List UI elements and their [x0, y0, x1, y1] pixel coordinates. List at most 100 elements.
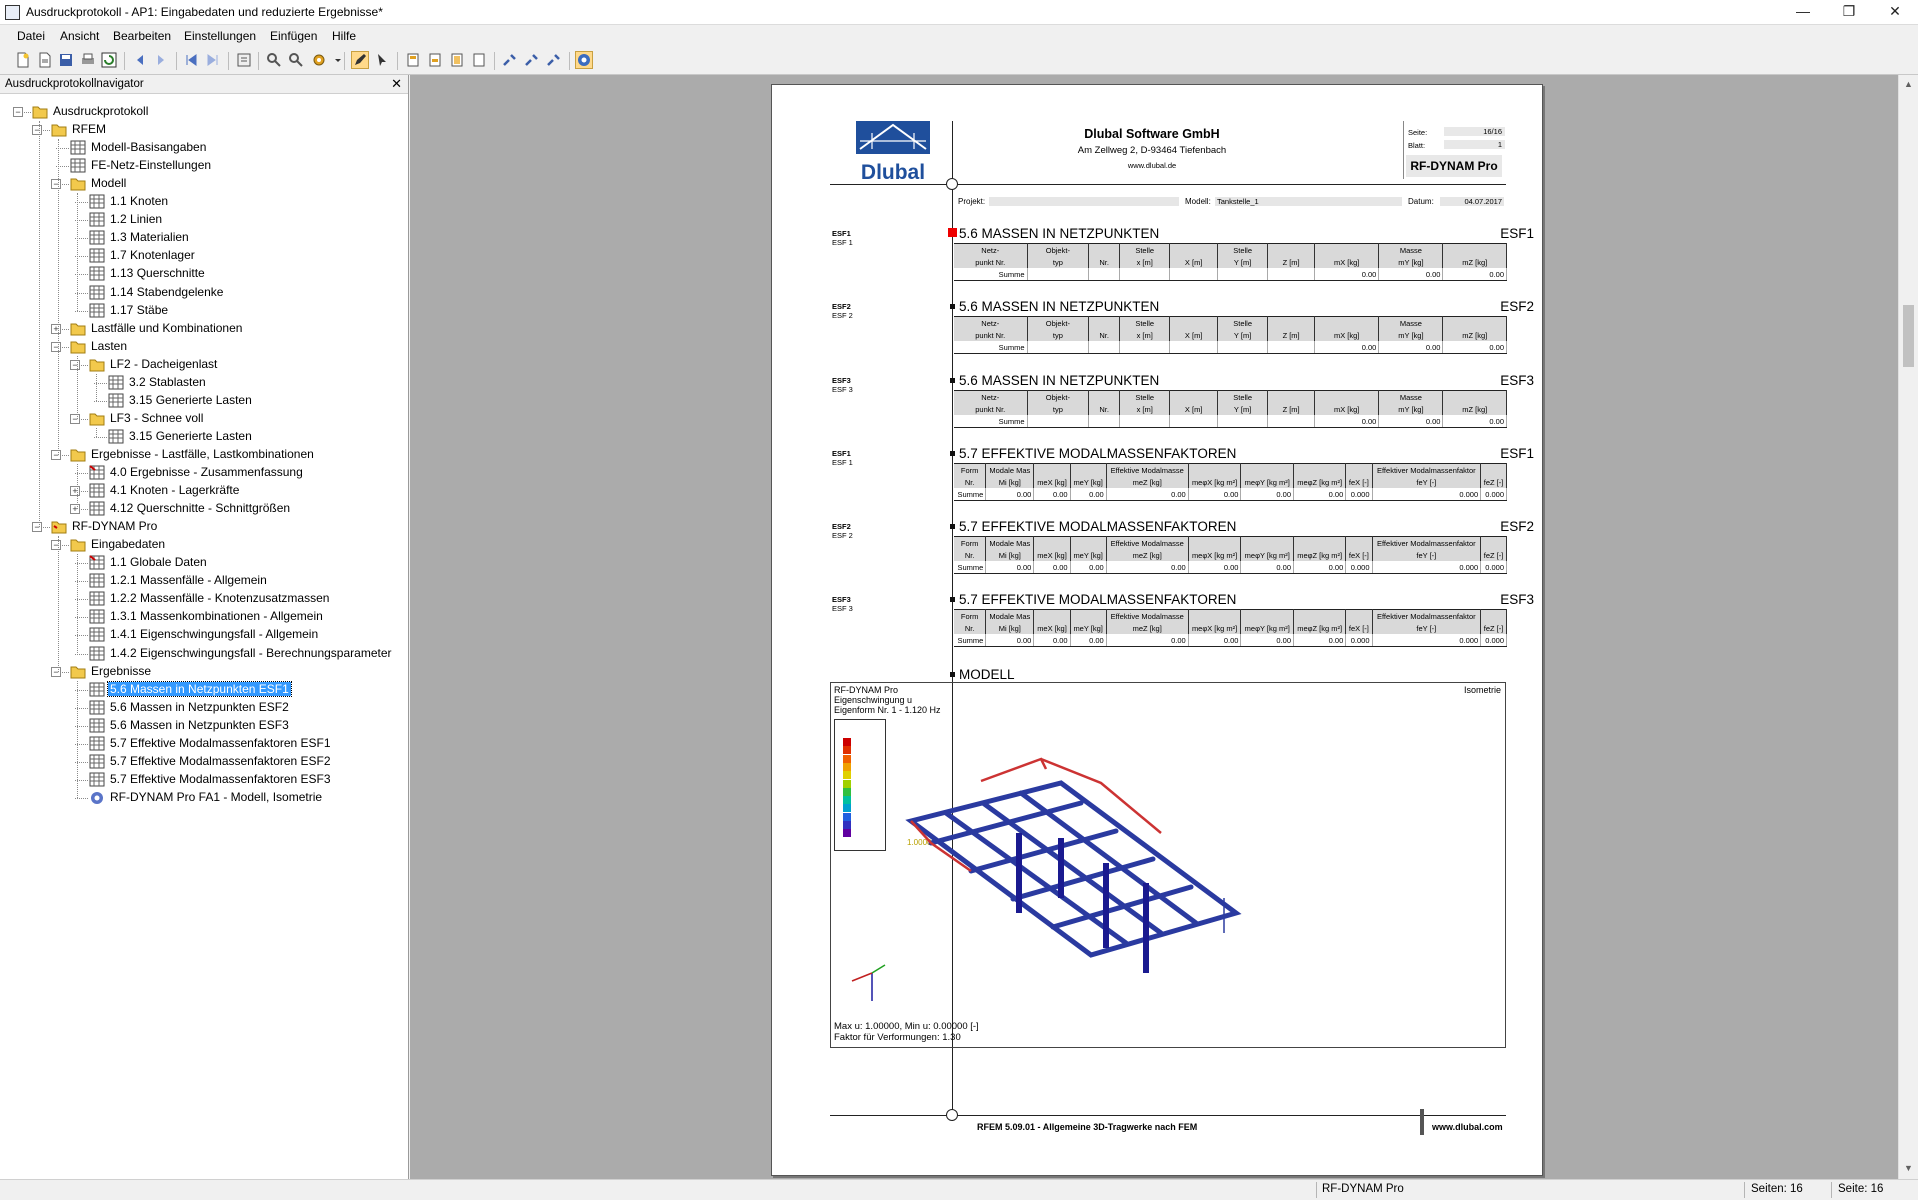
chevron-down-icon[interactable]	[330, 52, 341, 68]
sum-cell: 0.000	[1345, 561, 1373, 574]
header-cell: meφZ [kg m²]	[1293, 476, 1347, 488]
header-cell: feY [-]	[1372, 622, 1482, 634]
projekt-label: Projekt:	[958, 197, 986, 206]
header-cell: Z [m]	[1267, 256, 1315, 268]
header-cell: mY [kg]	[1378, 403, 1444, 415]
collapse-icon[interactable]: −	[70, 413, 80, 424]
minimize-button[interactable]: —	[1780, 0, 1826, 24]
insert-image-icon[interactable]	[449, 52, 465, 68]
header-cell: Netz-	[954, 243, 1028, 256]
projekt-value	[989, 197, 1179, 206]
modell-title: MODELL	[959, 667, 1015, 682]
window-title: Ausdruckprotokoll - AP1: Eingabedaten un…	[26, 5, 383, 19]
link-edit-icon[interactable]	[524, 52, 540, 68]
menu-hilfe[interactable]: Hilfe	[332, 29, 356, 43]
refresh-icon[interactable]	[101, 52, 117, 68]
expand-icon[interactable]: +	[70, 486, 80, 497]
find-next-icon[interactable]	[288, 52, 304, 68]
sum-cell: 0.00	[1240, 488, 1295, 501]
header-cell: Nr.	[954, 549, 987, 561]
header-cell: Modale Mas	[985, 536, 1035, 549]
header-cell	[1480, 536, 1507, 549]
collapse-icon[interactable]: −	[51, 179, 61, 190]
new-icon[interactable]	[15, 52, 31, 68]
navigator-close-icon[interactable]: ✕	[391, 76, 402, 92]
blank-page-icon[interactable]	[471, 52, 487, 68]
sum-cell	[1119, 268, 1171, 281]
forward-icon[interactable]	[153, 52, 169, 68]
print-icon[interactable]	[80, 52, 96, 68]
collapse-icon[interactable]: −	[51, 540, 61, 551]
first-page-icon[interactable]	[183, 52, 199, 68]
header-cell	[1345, 609, 1373, 622]
settings-icon[interactable]	[311, 52, 327, 68]
edit-mode-icon[interactable]	[351, 51, 369, 69]
collapse-icon[interactable]: −	[32, 522, 42, 533]
collapse-icon[interactable]: −	[70, 359, 80, 370]
link-remove-icon[interactable]	[546, 52, 562, 68]
collapse-icon[interactable]: −	[32, 125, 42, 136]
menu-einfuegen[interactable]: Einfügen	[270, 29, 317, 43]
collapse-icon[interactable]: −	[51, 449, 61, 460]
link-icon[interactable]	[502, 52, 518, 68]
sum-cell	[1267, 415, 1315, 428]
tree-item-label: Ergebnisse - Lastfälle, Lastkombinatione…	[91, 446, 314, 461]
find-icon[interactable]	[266, 52, 282, 68]
collapse-icon[interactable]: −	[51, 666, 61, 677]
close-button[interactable]: ✕	[1872, 0, 1918, 24]
header-cell: Y [m]	[1217, 256, 1269, 268]
sum-cell: 0.00	[1314, 268, 1380, 281]
menu-bar: Datei Ansicht Bearbeiten Einstellungen E…	[0, 25, 1918, 47]
tree-item-label: 1.2.1 Massenfälle - Allgemein	[110, 573, 267, 588]
tree-item-label: 1.3.1 Massenkombinationen - Allgemein	[110, 609, 323, 624]
side-sublabel: ESF 1	[832, 238, 853, 247]
sum-cell	[1217, 341, 1269, 354]
sum-cell: 0.00	[1188, 488, 1242, 501]
insert-text-icon[interactable]	[427, 52, 443, 68]
menu-ansicht[interactable]: Ansicht	[60, 29, 99, 43]
open-icon[interactable]	[37, 52, 53, 68]
header-cell: Modale Mas	[985, 609, 1035, 622]
collapse-icon[interactable]: −	[51, 341, 61, 352]
header-cell: Z [m]	[1267, 403, 1315, 415]
insert-page-icon[interactable]	[405, 52, 421, 68]
collapse-icon[interactable]: −	[13, 107, 23, 117]
last-page-icon[interactable]	[205, 52, 221, 68]
menu-bearbeiten[interactable]: Bearbeiten	[113, 29, 171, 43]
header-cell: X [m]	[1169, 329, 1218, 341]
section-tag: ESF3	[1500, 373, 1534, 388]
side-sublabel: ESF 3	[832, 385, 853, 394]
help-icon[interactable]	[575, 51, 593, 69]
vertical-scrollbar[interactable]: ▲ ▼	[1898, 75, 1918, 1179]
header-cell: mY [kg]	[1378, 329, 1444, 341]
modal-table: Form Modale Mas Effektive Modalmasse Effekt…	[954, 609, 1507, 647]
expand-icon[interactable]: +	[51, 323, 61, 334]
cursor-icon[interactable]	[374, 52, 390, 68]
menu-datei[interactable]: Datei	[17, 29, 45, 43]
sum-cell: Summe	[954, 561, 987, 574]
header-cell	[1033, 536, 1071, 549]
scroll-down-icon[interactable]: ▼	[1904, 1163, 1913, 1173]
header-cell: feX [-]	[1345, 622, 1373, 634]
header-cell	[1240, 536, 1295, 549]
tree-item-label: 1.2.2 Massenfälle - Knotenzusatzmassen	[110, 591, 330, 606]
maximize-button[interactable]: ❐	[1826, 0, 1872, 24]
tree-item-label: 4.1 Knoten - Lagerkräfte	[110, 483, 240, 498]
header-cell	[1442, 243, 1507, 256]
menu-einstellungen[interactable]: Einstellungen	[184, 29, 256, 43]
table-icon	[70, 140, 86, 155]
save-icon[interactable]	[58, 52, 74, 68]
header-cell: Objekt-	[1027, 243, 1090, 256]
header-cell: typ	[1027, 256, 1090, 268]
tree-item-label: FE-Netz-Einstellungen	[91, 158, 212, 173]
sum-cell: Summe	[954, 415, 1028, 428]
expand-icon[interactable]: +	[70, 504, 80, 515]
back-icon[interactable]	[132, 52, 148, 68]
table-icon	[89, 212, 105, 227]
scroll-up-icon[interactable]: ▲	[1904, 79, 1913, 89]
logo-text: Dlubal	[861, 161, 925, 183]
page-setup-icon[interactable]	[236, 52, 252, 68]
table-icon	[89, 591, 105, 606]
header-cell	[1345, 536, 1373, 549]
scroll-thumb[interactable]	[1903, 305, 1914, 367]
